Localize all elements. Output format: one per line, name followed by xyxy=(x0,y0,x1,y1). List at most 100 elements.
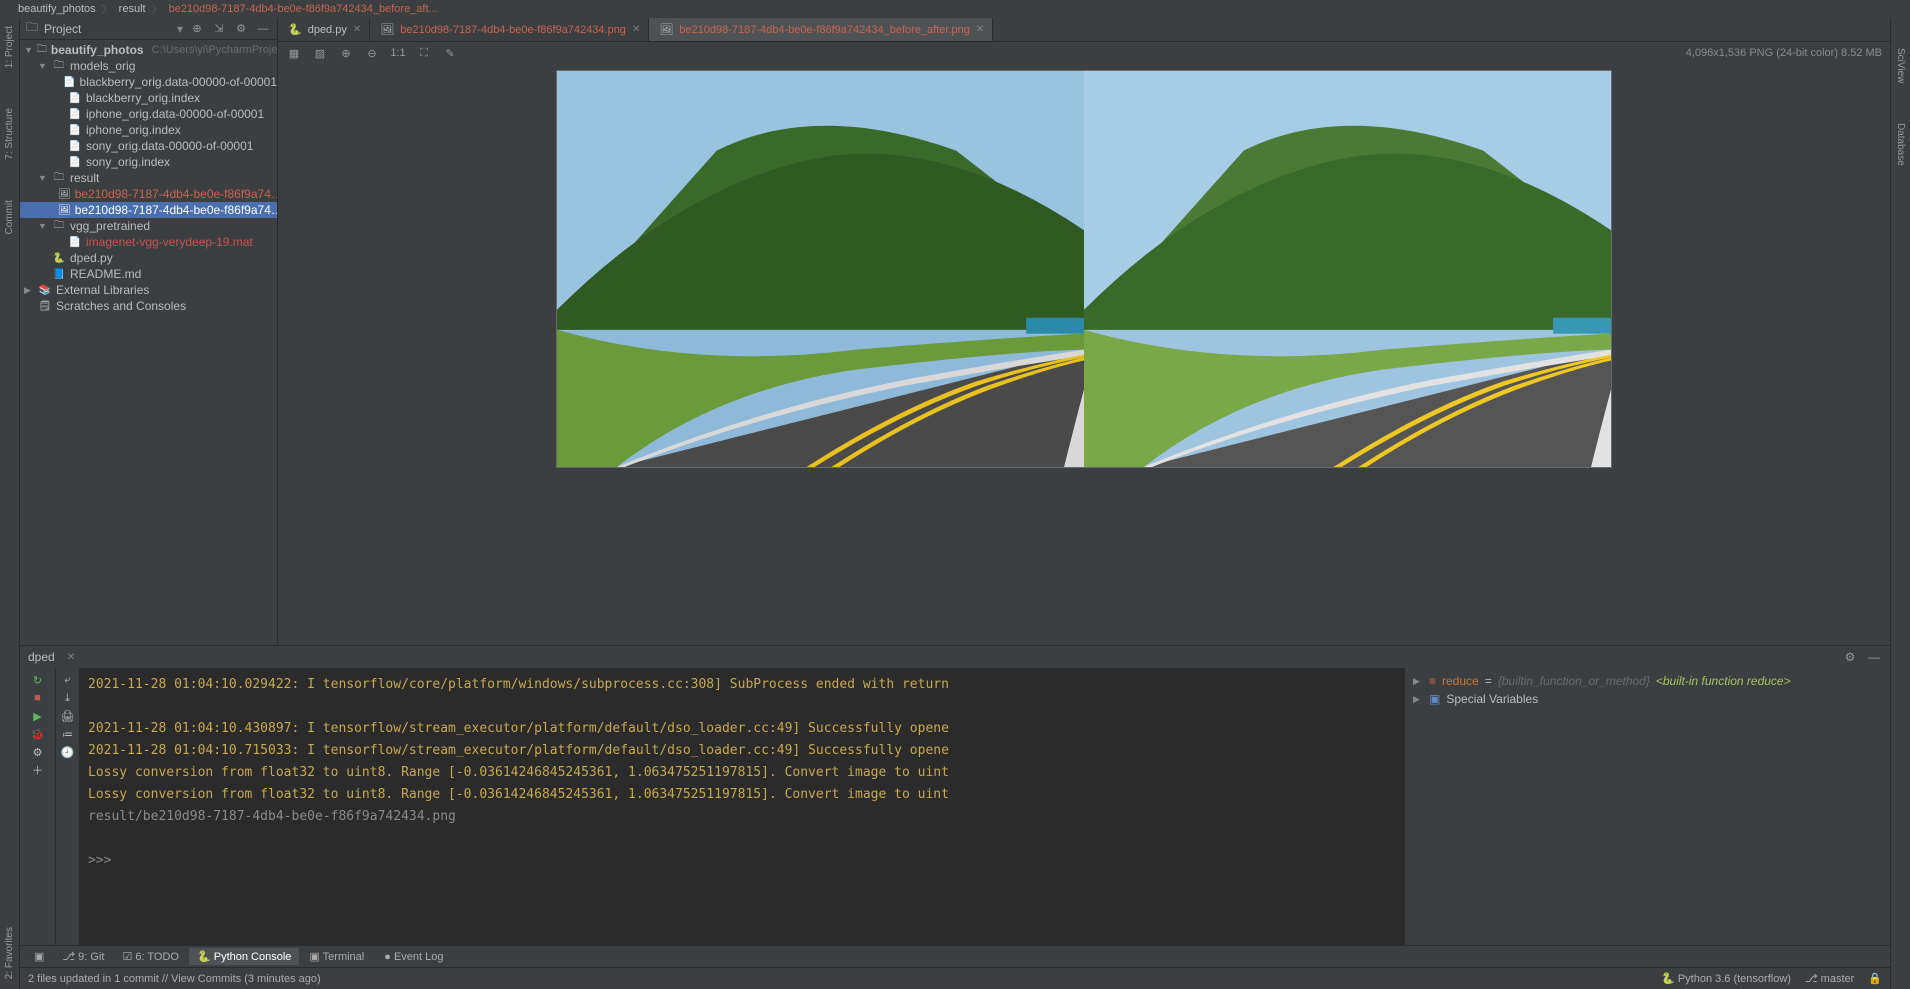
tree-folder-models[interactable]: ▼🗀models_orig xyxy=(20,58,277,74)
tree-file[interactable]: 📄sony_orig.index xyxy=(20,154,277,170)
tree-external-libs[interactable]: ▶📚External Libraries xyxy=(20,282,277,298)
tab-dped[interactable]: 🐍dped.py✕ xyxy=(278,18,370,41)
rerun-icon[interactable]: ↻ xyxy=(30,672,46,688)
var-icon: ≡ xyxy=(1429,674,1436,688)
add-icon[interactable]: ＋ xyxy=(30,762,46,778)
tree-file[interactable]: 📄blackberry_orig.data-00000-of-00001 xyxy=(20,74,277,90)
toolwindow-sciview-tab[interactable]: SciView xyxy=(1895,48,1906,83)
history-icon[interactable]: 🕘 xyxy=(60,744,76,760)
stop-icon[interactable]: ■ xyxy=(30,690,46,706)
file-icon: 📄 xyxy=(68,123,82,137)
tab-image2[interactable]: 🖼be210d98-7187-4db4-be0e-f86f9a742434_be… xyxy=(649,18,993,41)
tree-file[interactable]: 📄iphone_orig.data-00000-of-00001 xyxy=(20,106,277,122)
breadcrumb-result[interactable]: result xyxy=(119,3,146,15)
scroll-to-end-icon[interactable]: ⤓ xyxy=(60,690,76,706)
image-icon: 🖼 xyxy=(58,187,71,201)
hide-icon[interactable]: — xyxy=(255,21,271,37)
breadcrumb-root[interactable]: beautify_photos xyxy=(18,3,96,15)
tree-folder-result[interactable]: ▼🗀result xyxy=(20,170,277,186)
project-header: 🗀 Project ▾ ⊕ ⇲ ⚙ — xyxy=(20,18,277,40)
console-tab-dped[interactable]: dped xyxy=(28,650,55,664)
close-icon[interactable]: ✕ xyxy=(632,24,640,35)
var-reduce[interactable]: ▶ ≡ reduce = {builtin_function_or_method… xyxy=(1413,672,1882,690)
print-icon[interactable]: 🖨 xyxy=(60,708,76,724)
grid-icon[interactable]: ▨ xyxy=(312,47,328,60)
image-viewer[interactable] xyxy=(278,64,1890,645)
show-vars-icon[interactable]: ≔ xyxy=(60,726,76,742)
toolwindow-structure-tab[interactable]: 7: Structure xyxy=(4,108,15,160)
tree-file[interactable]: 📄iphone_orig.index xyxy=(20,122,277,138)
variables-panel[interactable]: ▶ ≡ reduce = {builtin_function_or_method… xyxy=(1404,668,1890,945)
zoom-out-icon[interactable]: ⊖ xyxy=(364,47,380,60)
tree-file-dped[interactable]: 🐍dped.py xyxy=(20,250,277,266)
toolwindow-favorites-tab[interactable]: 2: Favorites xyxy=(4,927,15,979)
expand-all-icon[interactable]: ⇲ xyxy=(211,21,227,37)
image-right-half xyxy=(1084,71,1611,467)
tree-file-readme[interactable]: 📘README.md xyxy=(20,266,277,282)
toolwindow-git[interactable]: ⎇ 9: Git xyxy=(54,948,112,965)
right-toolwindow-stripe: SciView Database xyxy=(1890,18,1910,989)
file-icon: 📄 xyxy=(68,91,82,105)
tree-file[interactable]: 📄blackberry_orig.index xyxy=(20,90,277,106)
gear-icon[interactable]: ⚙ xyxy=(1842,650,1858,664)
scratch-icon: 🗒 xyxy=(38,299,52,313)
checkerboard-icon[interactable]: ▦ xyxy=(286,47,302,60)
tree-root[interactable]: ▼🗀beautify_photosC:\Users\yi\PycharmProj… xyxy=(20,42,277,58)
tree-scratches[interactable]: 🗒Scratches and Consoles xyxy=(20,298,277,314)
tree-file-vgg[interactable]: 📄imagenet-vgg-verydeep-19.mat xyxy=(20,234,277,250)
fit-icon[interactable]: ⛶ xyxy=(416,47,432,60)
color-picker-icon[interactable]: ✎ xyxy=(442,47,458,60)
folder-icon: 🗀 xyxy=(52,59,66,73)
hide-icon[interactable]: — xyxy=(1866,650,1882,664)
project-view-selector[interactable]: Project xyxy=(44,22,171,36)
image-icon: 🖼 xyxy=(380,23,394,36)
zoom-in-icon[interactable]: ⊕ xyxy=(338,47,354,60)
var-special[interactable]: ▶ ▣ Special Variables xyxy=(1413,690,1882,708)
chevron-down-icon[interactable]: ▾ xyxy=(177,22,183,36)
settings-icon[interactable]: ⚙ xyxy=(30,744,46,760)
tab-image1[interactable]: 🖼be210d98-7187-4db4-be0e-f86f9a742434.pn… xyxy=(370,18,649,41)
tree-file-result1[interactable]: 🖼be210d98-7187-4db4-be0e-f86f9a74… xyxy=(20,186,277,202)
toolwindow-python-console[interactable]: 🐍 Python Console xyxy=(189,948,299,965)
status-interpreter[interactable]: 🐍 Python 3.6 (tensorflow) xyxy=(1661,972,1791,985)
close-icon[interactable]: ✕ xyxy=(67,652,75,663)
event-log-button[interactable]: ● Event Log xyxy=(376,949,451,965)
tool-window-header: dped ✕ ⚙ — xyxy=(20,646,1890,668)
python-console-tool-window: dped ✕ ⚙ — ↻ ■ ▶ 🐞 ⚙ ＋ ⤶ ⤓ 🖨 xyxy=(20,645,1890,945)
folder-icon: 🗀 xyxy=(37,43,47,57)
breadcrumb-file[interactable]: be210d98-7187-4db4-be0e-f86f9a742434_bef… xyxy=(169,3,438,15)
status-bar: 2 files updated in 1 commit // View Comm… xyxy=(20,967,1890,989)
toolwindow-commit-tab[interactable]: Commit xyxy=(4,200,15,234)
close-icon[interactable]: ✕ xyxy=(976,24,984,35)
toolwindow-bottom-left-icon[interactable]: ▣ xyxy=(26,948,52,965)
soft-wrap-icon[interactable]: ⤶ xyxy=(60,672,76,688)
folder-icon: 🗀 xyxy=(52,171,66,185)
breadcrumb: beautify_photos 〉 result 〉 be210d98-7187… xyxy=(0,0,1910,18)
library-icon: 📚 xyxy=(38,283,52,297)
status-vcs-message[interactable]: 2 files updated in 1 commit // View Comm… xyxy=(28,973,321,985)
locate-icon[interactable]: ⊕ xyxy=(189,21,205,37)
toolwindow-todo[interactable]: ☑ 6: TODO xyxy=(114,948,187,965)
close-icon[interactable]: ✕ xyxy=(353,24,361,35)
run-icon[interactable]: ▶ xyxy=(30,708,46,724)
console-action-toolbar-2: ⤶ ⤓ 🖨 ≔ 🕘 xyxy=(56,668,80,945)
bottom-toolwindow-stripe: ▣ ⎇ 9: Git ☑ 6: TODO 🐍 Python Console ▣ … xyxy=(20,945,1890,967)
folder-icon: 🗀 xyxy=(52,219,66,233)
editor-tabs: 🐍dped.py✕ 🖼be210d98-7187-4db4-be0e-f86f9… xyxy=(278,18,1890,42)
status-lock-icon[interactable]: 🔒 xyxy=(1868,972,1882,985)
tree-file-result2[interactable]: 🖼be210d98-7187-4db4-be0e-f86f9a74… xyxy=(20,202,277,218)
folder-icon: 🗀 xyxy=(26,18,38,39)
console-output[interactable]: 2021-11-28 01:04:10.029422: I tensorflow… xyxy=(80,668,1404,945)
tree-file[interactable]: 📄sony_orig.data-00000-of-00001 xyxy=(20,138,277,154)
tree-folder-vgg[interactable]: ▼🗀vgg_pretrained xyxy=(20,218,277,234)
image-info: 4,096x1,536 PNG (24-bit color) 8.52 MB xyxy=(1686,47,1882,59)
debug-icon[interactable]: 🐞 xyxy=(30,726,46,742)
toolwindow-database-tab[interactable]: Database xyxy=(1895,123,1906,166)
gear-icon[interactable]: ⚙ xyxy=(233,21,249,37)
zoom-actual-icon[interactable]: 1:1 xyxy=(390,47,406,59)
project-tree[interactable]: ▼🗀beautify_photosC:\Users\yi\PycharmProj… xyxy=(20,40,277,645)
toolwindow-terminal[interactable]: ▣ Terminal xyxy=(301,948,372,965)
file-icon: 📄 xyxy=(68,155,82,169)
toolwindow-project-tab[interactable]: 1: Project xyxy=(4,26,15,68)
status-git-branch[interactable]: ⎇ master xyxy=(1805,972,1854,985)
